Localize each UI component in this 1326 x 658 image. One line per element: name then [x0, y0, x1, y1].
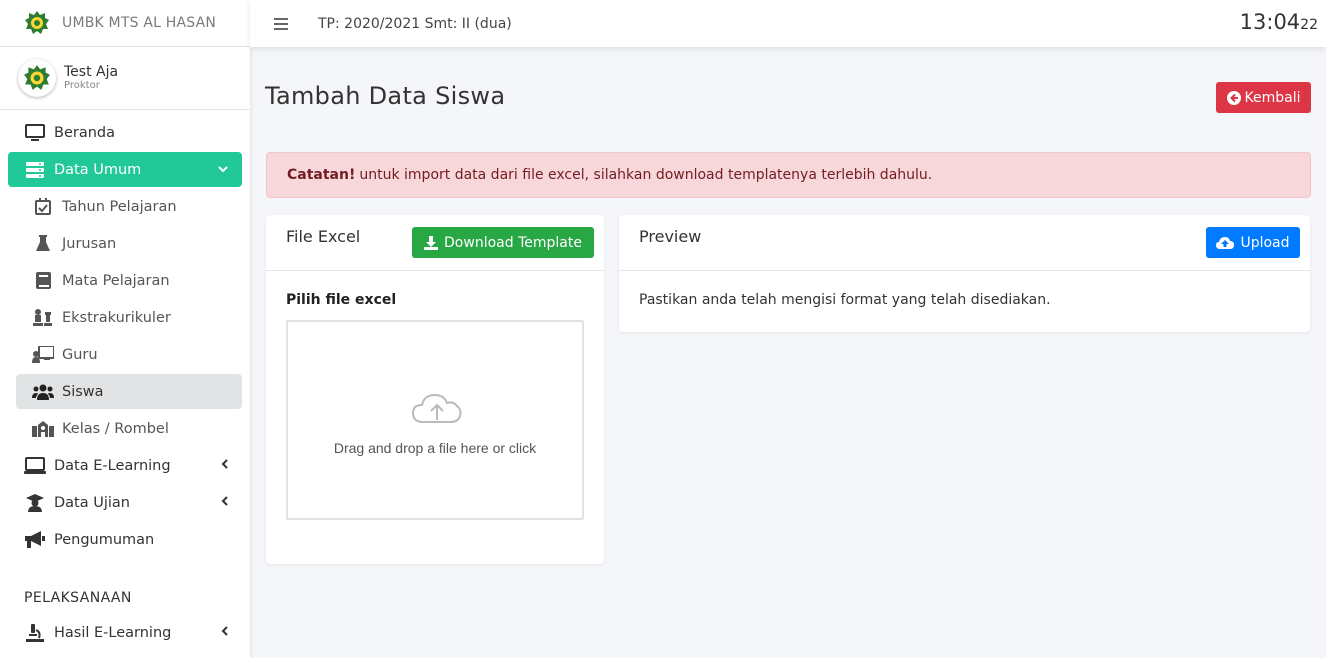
page-title: Tambah Data Siswa	[265, 82, 506, 110]
sidebar-item-label: Tahun Pelajaran	[62, 198, 177, 215]
laptop-icon	[24, 456, 46, 476]
user-name: Test Aja	[64, 64, 119, 80]
alert-strong: Catatan!	[287, 167, 356, 183]
school-period: TP: 2020/2021 Smt: II (dua)	[318, 15, 512, 32]
monitor-icon	[24, 123, 46, 143]
chess-icon	[32, 308, 54, 328]
sidebar-item-ekstrakurikuler[interactable]: Ekstrakurikuler	[16, 300, 242, 335]
school-emblem-icon	[25, 11, 49, 34]
users-icon	[32, 382, 54, 402]
sidebar-item-siswa[interactable]: Siswa	[16, 374, 242, 409]
note-alert: Catatan! untuk import data dari file exc…	[266, 152, 1311, 198]
section-header: PELAKSANAAN	[24, 590, 132, 606]
sidebar-item-label: Pengumuman	[54, 531, 155, 548]
download-template-button[interactable]: Download Template	[412, 227, 594, 258]
avatar	[18, 59, 56, 97]
user-panel[interactable]: Test Aja Proktor	[0, 47, 250, 110]
book-icon	[32, 271, 54, 291]
graduate-icon	[24, 493, 46, 513]
file-dropzone[interactable]: Drag and drop a file here or click	[286, 320, 584, 520]
sidebar-item-kelas-rombel[interactable]: Kelas / Rombel	[16, 411, 242, 446]
chevron-left-icon	[221, 625, 228, 640]
sidebar-item-label: Kelas / Rombel	[62, 420, 169, 437]
chevron-left-icon	[221, 495, 228, 510]
download-icon	[424, 235, 439, 250]
microscope-icon	[24, 623, 46, 643]
back-button[interactable]: Kembali	[1216, 82, 1311, 113]
cloud-upload-icon	[1216, 236, 1235, 249]
sidebar-item-label: Data Ujian	[54, 494, 130, 511]
sidebar-item-tahun-pelajaran[interactable]: Tahun Pelajaran	[16, 189, 242, 224]
clock-time: 13:04	[1239, 10, 1301, 34]
card-title: File Excel	[286, 227, 361, 246]
sidebar-item-label: Guru	[62, 346, 98, 363]
arrow-circle-left-icon	[1226, 90, 1241, 105]
sidebar-item-beranda[interactable]: Beranda	[8, 115, 242, 150]
back-button-label: Kembali	[1244, 89, 1301, 106]
teacher-icon	[32, 345, 54, 365]
clock-seconds: 22	[1300, 17, 1318, 33]
hamburger-menu-icon[interactable]	[274, 17, 288, 30]
card-title: Preview	[639, 227, 702, 246]
sidebar-item-label: Siswa	[62, 383, 104, 400]
sidebar: UMBK MTS AL HASAN Test Aja Proktor Beran…	[0, 0, 250, 658]
sidebar-item-label: Beranda	[54, 124, 115, 141]
school-icon	[32, 419, 54, 439]
user-role: Proktor	[64, 80, 100, 91]
sidebar-item-pengumuman[interactable]: Pengumuman	[8, 522, 242, 557]
server-icon	[24, 160, 46, 180]
chevron-down-icon	[218, 162, 228, 177]
sidebar-nav-bottom: Hasil E-Learning	[8, 615, 242, 652]
cloud-upload-icon	[411, 393, 462, 423]
chevron-left-icon	[221, 458, 228, 473]
upload-button-label: Upload	[1240, 234, 1290, 251]
brand-name: UMBK MTS AL HASAN	[62, 15, 217, 31]
alert-text: untuk import data dari file excel, silah…	[359, 167, 933, 183]
sidebar-item-label: Hasil E-Learning	[54, 624, 172, 641]
file-field-label: Pilih file excel	[286, 292, 397, 308]
card-header: File Excel Download Template	[266, 215, 604, 271]
calendar-check-icon	[32, 197, 54, 217]
sidebar-item-label: Data Umum	[54, 161, 142, 178]
sidebar-item-label: Jurusan	[62, 235, 117, 252]
sidebar-item-guru[interactable]: Guru	[16, 337, 242, 372]
dropzone-text: Drag and drop a file here or click	[333, 440, 537, 456]
flask-icon	[32, 234, 54, 254]
sidebar-item-data-e-learning[interactable]: Data E-Learning	[8, 448, 242, 483]
preview-card: Preview Upload Pastikan anda telah mengi…	[619, 215, 1310, 332]
user-emblem-icon	[24, 65, 50, 90]
card-header: Preview Upload	[619, 215, 1310, 271]
sidebar-item-mata-pelajaran[interactable]: Mata Pelajaran	[16, 263, 242, 298]
sidebar-item-jurusan[interactable]: Jurusan	[16, 226, 242, 261]
sidebar-item-data-umum[interactable]: Data Umum	[8, 152, 242, 187]
clock: 13:0422	[1240, 10, 1318, 34]
sidebar-item-hasil-e-learning[interactable]: Hasil E-Learning	[8, 615, 242, 650]
sidebar-nav: Beranda Data Umum Tahun Pelajaran Jurusa…	[8, 115, 242, 559]
download-template-label: Download Template	[444, 234, 582, 251]
topbar: TP: 2020/2021 Smt: II (dua) 13:0422	[250, 0, 1326, 47]
megaphone-icon	[24, 530, 46, 550]
file-excel-card: File Excel Download Template Pilih file …	[266, 215, 604, 564]
brand[interactable]: UMBK MTS AL HASAN	[0, 0, 250, 47]
sidebar-item-label: Mata Pelajaran	[62, 272, 170, 289]
sidebar-item-label: Ekstrakurikuler	[62, 309, 171, 326]
upload-button[interactable]: Upload	[1206, 227, 1300, 258]
sidebar-item-data-ujian[interactable]: Data Ujian	[8, 485, 242, 520]
sidebar-item-label: Data E-Learning	[54, 457, 171, 474]
preview-text: Pastikan anda telah mengisi format yang …	[639, 292, 1051, 308]
